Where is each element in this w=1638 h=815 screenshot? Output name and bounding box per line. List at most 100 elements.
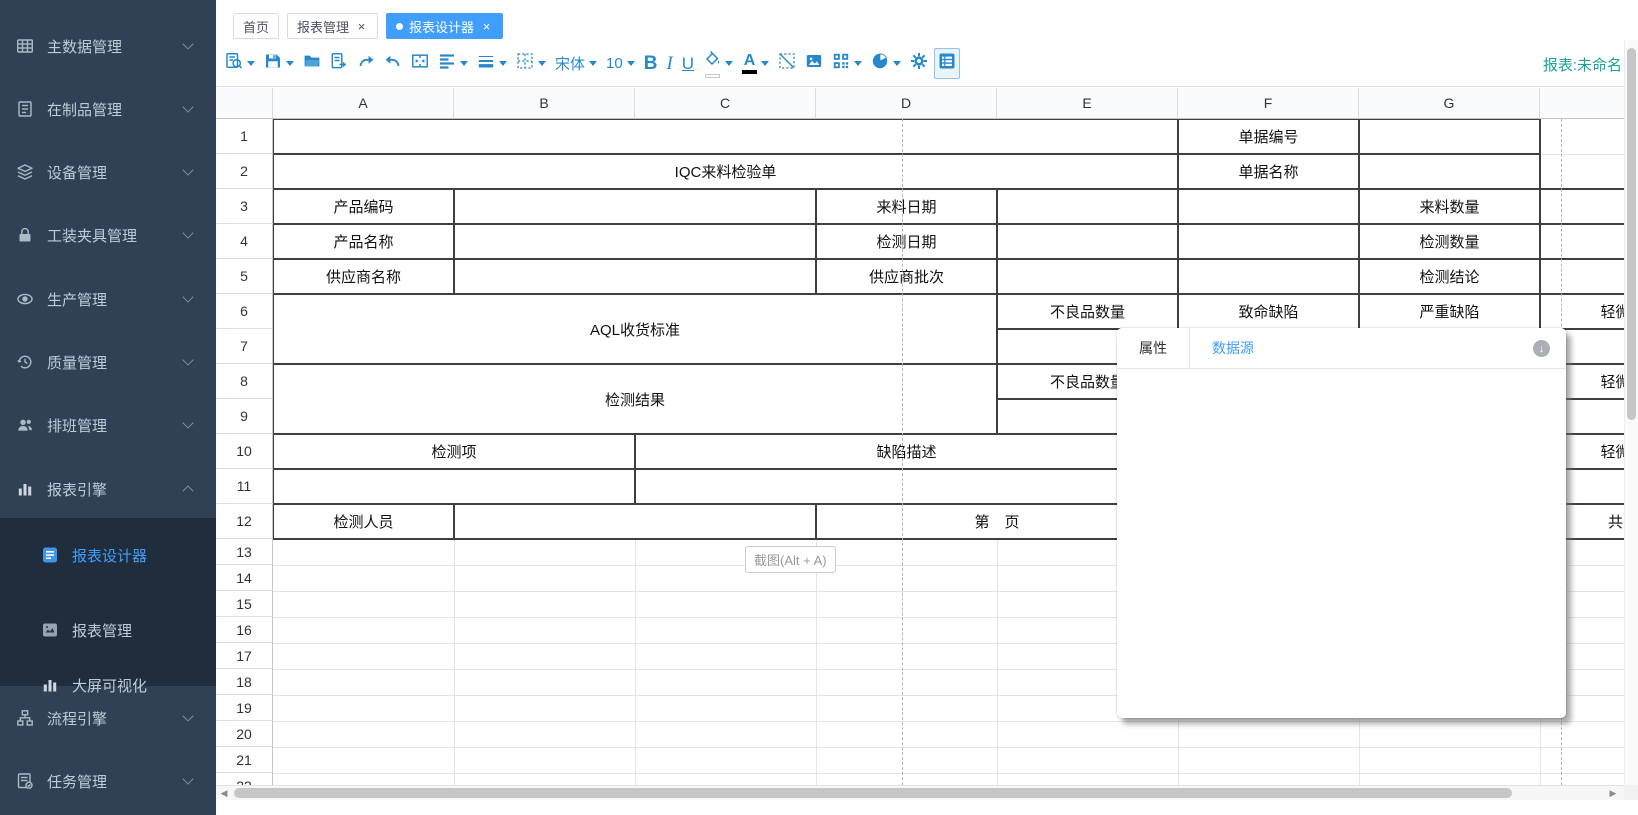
cell-H5[interactable] <box>1539 258 1624 295</box>
close-tab-icon[interactable]: × <box>480 20 493 33</box>
cell-H6[interactable]: 轻微缺陷 <box>1539 293 1624 330</box>
panel-tab-datasource[interactable]: 数据源 <box>1190 328 1276 368</box>
cell-H3[interactable] <box>1539 188 1624 225</box>
row-header-19[interactable]: 19 <box>216 695 273 721</box>
cell-A11[interactable] <box>272 468 636 505</box>
row-header-18[interactable]: 18 <box>216 669 273 695</box>
row-header-14[interactable]: 14 <box>216 565 273 591</box>
row-header-4[interactable]: 4 <box>216 224 273 259</box>
cell-D3[interactable]: 来料日期 <box>815 188 998 225</box>
cell-A1[interactable] <box>272 118 1179 155</box>
cell-A8[interactable]: 检测结果 <box>272 363 998 435</box>
column-header-C[interactable]: C <box>635 88 816 119</box>
fill-color-button[interactable] <box>700 48 736 80</box>
cell-G3[interactable]: 来料数量 <box>1358 188 1541 225</box>
tab-报表设计器[interactable]: 报表设计器× <box>386 13 503 39</box>
cell-A6[interactable]: AQL收货标准 <box>272 293 998 365</box>
font-family-button[interactable]: 宋体 <box>552 51 600 76</box>
column-header-B[interactable]: B <box>454 88 635 119</box>
collapse-panel-button[interactable]: ↓ <box>1533 340 1550 357</box>
horizontal-scrollbar[interactable]: ◀ ▶ <box>216 785 1624 800</box>
cell-B5[interactable] <box>453 258 817 295</box>
qrcode-button[interactable] <box>829 50 865 77</box>
cell-G4[interactable]: 检测数量 <box>1358 223 1541 260</box>
row-header-8[interactable]: 8 <box>216 364 273 399</box>
preview-button[interactable] <box>222 50 258 77</box>
cell-A3[interactable]: 产品编码 <box>272 188 455 225</box>
borders-button[interactable] <box>513 50 549 77</box>
font-color-button[interactable]: A <box>739 51 772 76</box>
column-header-F[interactable]: F <box>1178 88 1359 119</box>
cell-E4[interactable] <box>996 223 1179 260</box>
tab-首页[interactable]: 首页 <box>233 13 279 39</box>
cell-F2[interactable]: 单据名称 <box>1177 153 1360 190</box>
row-header-5[interactable]: 5 <box>216 259 273 294</box>
sidebar-item-报表设计器[interactable]: 报表设计器 <box>0 527 216 583</box>
cell-A5[interactable]: 供应商名称 <box>272 258 455 295</box>
tab-报表管理[interactable]: 报表管理× <box>287 13 378 39</box>
row-header-2[interactable]: 2 <box>216 154 273 189</box>
close-tab-icon[interactable]: × <box>355 20 368 33</box>
sidebar-item-任务管理[interactable]: 任务管理 <box>0 753 216 809</box>
cell-A10[interactable]: 检测项 <box>272 433 636 470</box>
vertical-scrollbar[interactable] <box>1624 40 1638 800</box>
sidebar-item-报表管理[interactable]: 报表管理 <box>0 602 216 658</box>
cell-E5[interactable] <box>996 258 1179 295</box>
settings-button[interactable] <box>907 50 931 77</box>
cell-A4[interactable]: 产品名称 <box>272 223 455 260</box>
font-size-button[interactable]: 10 <box>603 53 638 74</box>
sidebar-item-生产管理[interactable]: 生产管理 <box>0 271 216 327</box>
cell-G5[interactable]: 检测结论 <box>1358 258 1541 295</box>
scroll-left-arrow-icon[interactable]: ◀ <box>217 786 231 800</box>
sidebar-item-报表引擎[interactable]: 报表引擎 <box>0 461 216 517</box>
insert-image-button[interactable] <box>802 50 826 77</box>
column-header-E[interactable]: E <box>997 88 1178 119</box>
undo-button[interactable] <box>381 50 405 77</box>
column-header-G[interactable]: G <box>1359 88 1540 119</box>
cell-C10[interactable]: 缺陷描述 <box>634 433 1179 470</box>
sidebar-item-设备管理[interactable]: 设备管理 <box>0 144 216 200</box>
cell-A2[interactable]: IQC来料检验单 <box>272 153 1179 190</box>
merge-cells-button[interactable] <box>408 50 432 77</box>
row-header-17[interactable]: 17 <box>216 643 273 669</box>
diagonal-cell-button[interactable] <box>775 50 799 77</box>
row-header-21[interactable]: 21 <box>216 747 273 773</box>
sidebar-item-质量管理[interactable]: 质量管理 <box>0 334 216 390</box>
cell-D4[interactable]: 检测日期 <box>815 223 998 260</box>
scroll-right-arrow-icon[interactable]: ▶ <box>1606 786 1620 800</box>
cell-B3[interactable] <box>453 188 817 225</box>
align-button[interactable] <box>435 50 471 77</box>
row-header-15[interactable]: 15 <box>216 591 273 617</box>
row-header-6[interactable]: 6 <box>216 294 273 329</box>
sidebar-item-在制品管理[interactable]: 在制品管理 <box>0 81 216 137</box>
cell-E3[interactable] <box>996 188 1179 225</box>
italic-button[interactable]: I <box>663 52 675 75</box>
insert-chart-button[interactable] <box>868 50 904 77</box>
column-header-A[interactable]: A <box>273 88 454 119</box>
column-header-D[interactable]: D <box>816 88 997 119</box>
row-header-7[interactable]: 7 <box>216 329 273 364</box>
row-header-22[interactable]: 22 <box>216 773 273 785</box>
sidebar-item-排班管理[interactable]: 排班管理 <box>0 397 216 453</box>
column-header-H[interactable]: H <box>1540 88 1624 119</box>
cell-D5[interactable]: 供应商批次 <box>815 258 998 295</box>
underline-button[interactable]: U <box>679 53 697 74</box>
row-header-11[interactable]: 11 <box>216 469 273 504</box>
cell-F1[interactable]: 单据编号 <box>1177 118 1360 155</box>
redo-button[interactable] <box>354 50 378 77</box>
vertical-scroll-thumb[interactable] <box>1627 48 1636 420</box>
sidebar-item-流程引擎[interactable]: 流程引擎 <box>0 690 216 746</box>
cell-F5[interactable] <box>1177 258 1360 295</box>
panel-tab-properties[interactable]: 属性 <box>1117 328 1190 368</box>
cell-F4[interactable] <box>1177 223 1360 260</box>
row-header-12[interactable]: 12 <box>216 504 273 539</box>
line-style-button[interactable] <box>474 50 510 77</box>
cell-E6[interactable]: 不良品数量 <box>996 293 1179 330</box>
row-header-9[interactable]: 9 <box>216 399 273 434</box>
row-header-1[interactable]: 1 <box>216 119 273 154</box>
cell-A12[interactable]: 检测人员 <box>272 503 455 540</box>
save-button[interactable] <box>261 50 297 77</box>
sidebar-item-工装夹具管理[interactable]: 工装夹具管理 <box>0 207 216 263</box>
open-file-button[interactable] <box>300 50 324 77</box>
cell-C11[interactable] <box>634 468 1179 505</box>
